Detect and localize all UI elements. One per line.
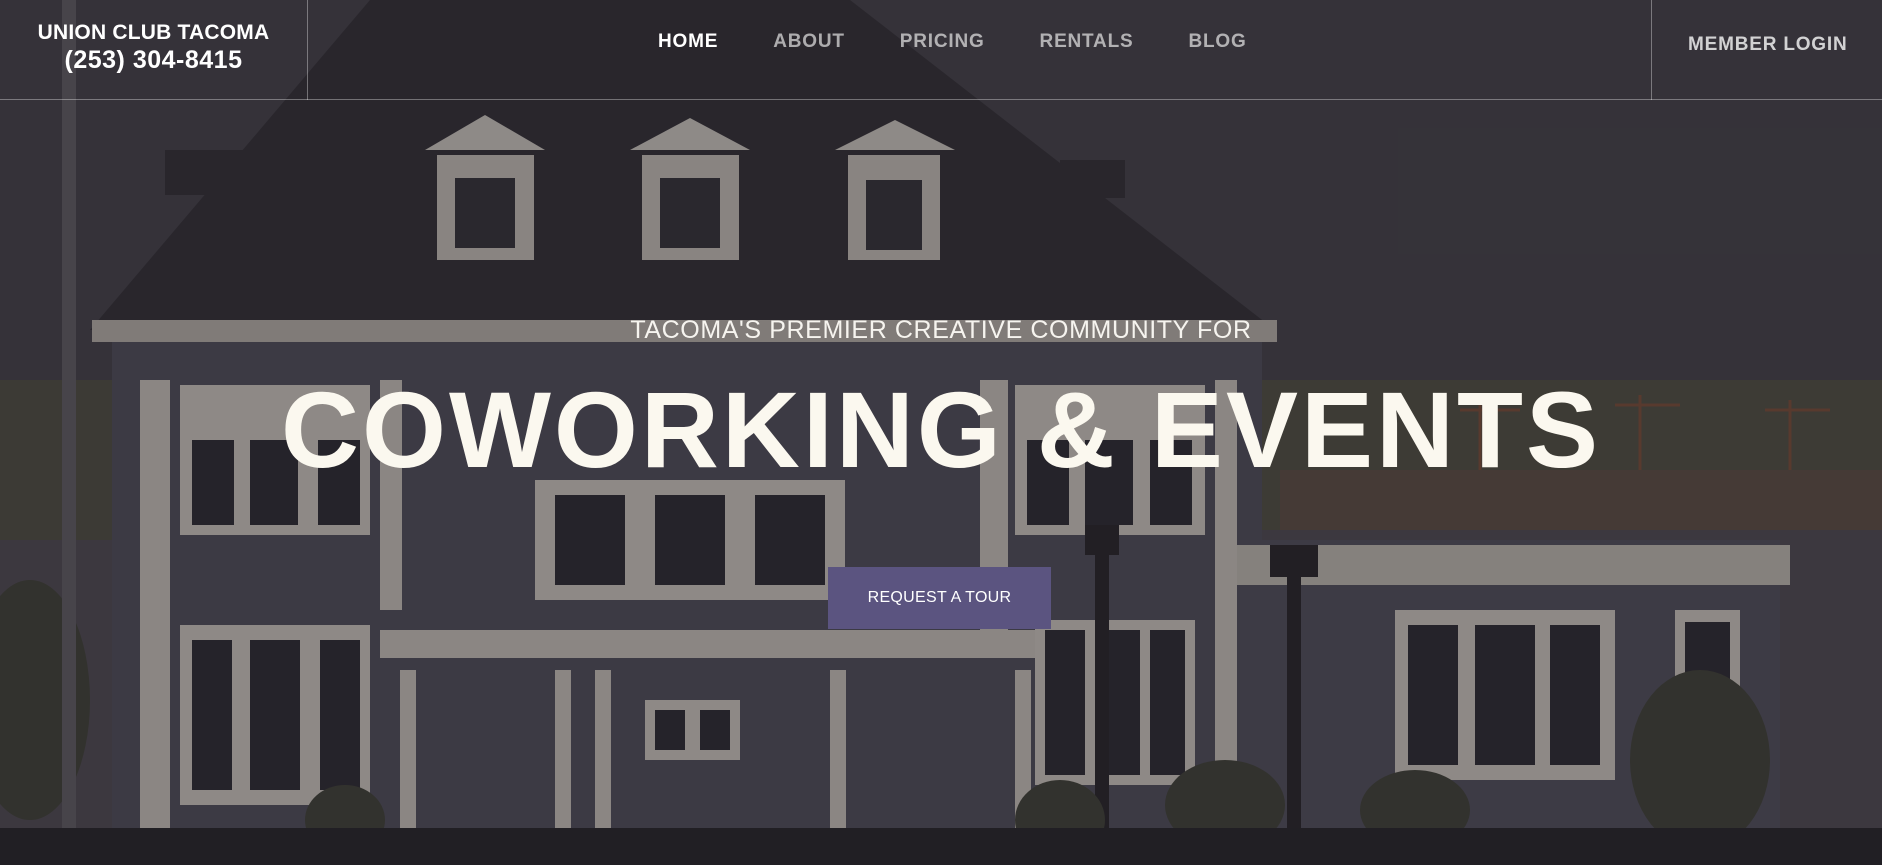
hero-headline: COWORKING & EVENTS <box>280 369 1602 490</box>
member-login-label: MEMBER LOGIN <box>1688 34 1848 55</box>
top-navigation-bar: UNION CLUB TACOMA (253) 304-8415 HOME AB… <box>0 0 1882 100</box>
member-login-button[interactable]: MEMBER LOGIN <box>1651 0 1882 100</box>
nav-item-pricing[interactable]: PRICING <box>900 31 985 55</box>
request-tour-button[interactable]: REQUEST A TOUR <box>828 567 1051 629</box>
main-nav: HOME ABOUT PRICING RENTALS BLOG <box>658 31 1302 55</box>
nav-item-home[interactable]: HOME <box>658 31 718 55</box>
hero-tagline: TACOMA'S PREMIER CREATIVE COMMUNITY FOR <box>630 316 1252 344</box>
nav-item-blog[interactable]: BLOG <box>1188 31 1246 55</box>
brand-name[interactable]: UNION CLUB TACOMA <box>0 21 307 45</box>
brand-phone[interactable]: (253) 304-8415 <box>0 46 307 75</box>
nav-item-about[interactable]: ABOUT <box>773 31 845 55</box>
nav-item-rentals[interactable]: RENTALS <box>1040 31 1134 55</box>
brand-block[interactable]: UNION CLUB TACOMA (253) 304-8415 <box>0 0 308 100</box>
